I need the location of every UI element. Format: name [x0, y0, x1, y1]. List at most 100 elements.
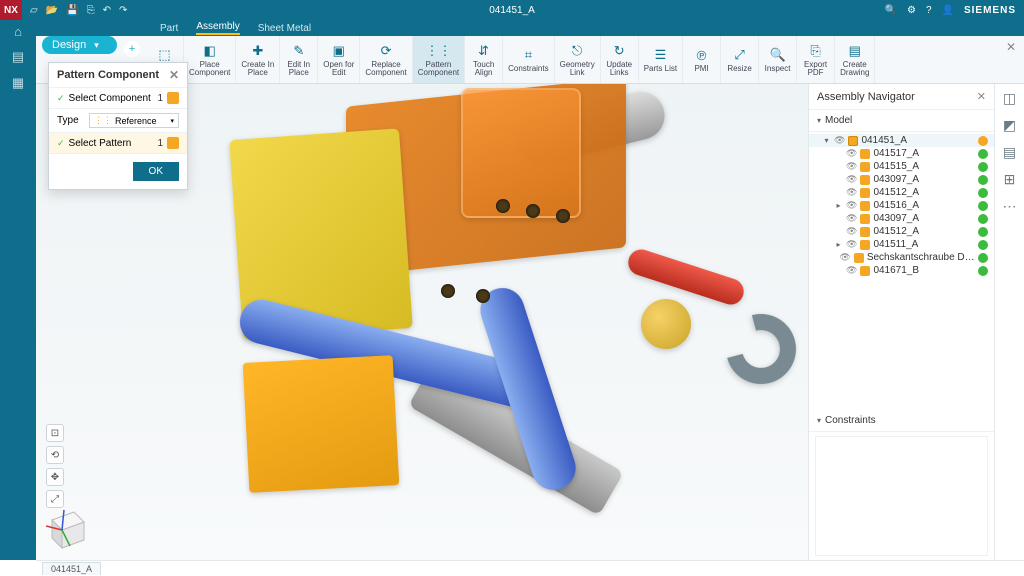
visibility-icon[interactable]: 👁: [846, 200, 857, 211]
tree-row[interactable]: 👁 043097_A: [809, 173, 994, 186]
folder-icon[interactable]: ▤: [12, 49, 24, 65]
rotate-icon[interactable]: ⟲: [46, 446, 64, 464]
status-icon: [978, 188, 988, 198]
status-icon: [978, 214, 988, 224]
select-pattern-label[interactable]: Select Pattern: [69, 138, 154, 149]
constraints-section-header[interactable]: Constraints: [809, 410, 994, 432]
search-icon[interactable]: 🔍: [885, 5, 897, 16]
save-icon[interactable]: 💾: [66, 5, 78, 16]
open-icon[interactable]: 📂: [46, 5, 58, 16]
part-icon: [860, 188, 870, 198]
visibility-icon[interactable]: 👁: [846, 213, 857, 224]
ribbon-parts-list[interactable]: ☰Parts List: [639, 36, 683, 83]
ribbon-replace-component[interactable]: ⟳Replace Component: [360, 36, 412, 83]
model-section-header[interactable]: Model: [809, 110, 994, 132]
tree-row[interactable]: ▸👁041516_A: [809, 199, 994, 212]
status-icon: [978, 136, 988, 146]
visibility-icon[interactable]: 👁: [834, 135, 845, 146]
ribbon-inspect[interactable]: 🔍Inspect: [759, 36, 797, 83]
user-icon[interactable]: 👤: [942, 5, 954, 16]
ribbon-update-links[interactable]: ↻Update Links: [601, 36, 639, 83]
status-icon: [978, 253, 988, 263]
visibility-icon[interactable]: 👁: [846, 226, 857, 237]
ribbon-place-component[interactable]: ◧Place Component: [184, 36, 236, 83]
cube-solid-icon[interactable]: ◩: [1003, 117, 1016, 134]
tree-row[interactable]: 👁 041515_A: [809, 160, 994, 173]
tree-row[interactable]: 👁041671_B: [809, 264, 994, 277]
close-icon[interactable]: ✕: [977, 90, 986, 103]
ribbon-touch-align[interactable]: ⇵Touch Align: [465, 36, 503, 83]
select-component-label[interactable]: Select Component: [69, 93, 154, 104]
brand-label: SIEMENS: [964, 5, 1016, 16]
home-icon[interactable]: ⌂: [14, 24, 22, 39]
select-component-count: 1: [157, 93, 163, 104]
visibility-icon[interactable]: 👁: [846, 174, 857, 185]
navigator-title: Assembly Navigator: [817, 91, 915, 103]
sheet-icon[interactable]: ▦: [12, 75, 24, 91]
tree-row[interactable]: ▾👁041451_A: [809, 134, 994, 147]
tree-item-label: 043097_A: [873, 174, 919, 185]
undo-icon[interactable]: ↶: [103, 5, 111, 16]
close-icon[interactable]: ✕: [169, 68, 179, 82]
fit-icon[interactable]: ⊡: [46, 424, 64, 442]
assembly-navigator-panel: Assembly Navigator ✕ Model ▾👁041451_A👁04…: [808, 84, 994, 560]
ribbon-resize[interactable]: ⤢Resize: [721, 36, 759, 83]
ribbon-export-pdf[interactable]: ⎘Export PDF: [797, 36, 835, 83]
ribbon-open-for-edit[interactable]: ▣Open for Edit: [318, 36, 360, 83]
pattern-icon[interactable]: [167, 137, 179, 149]
tree-row[interactable]: 👁Sechskantschraube DIN ×93…: [809, 251, 994, 264]
help-icon[interactable]: ?: [926, 5, 932, 16]
ribbon-create-drawing[interactable]: ▤Create Drawing: [835, 36, 875, 83]
tab-sheetmetal[interactable]: Sheet Metal: [258, 23, 311, 34]
tree-row[interactable]: 👁043097_A: [809, 212, 994, 225]
ribbon-pmi[interactable]: ℗PMI: [683, 36, 721, 83]
visibility-icon[interactable]: 👁: [839, 252, 850, 263]
tree-row[interactable]: 👁 041512_A: [809, 225, 994, 238]
visibility-icon[interactable]: 👁: [846, 161, 857, 172]
design-mode-pill[interactable]: Design: [42, 36, 117, 54]
status-icon: [978, 227, 988, 237]
tree-item-label: 041517_A: [873, 148, 919, 159]
redo-icon[interactable]: ↷: [119, 5, 127, 16]
ribbon-constraints[interactable]: ⌗Constraints: [503, 36, 554, 83]
tree-row[interactable]: 👁 041517_A: [809, 147, 994, 160]
tree-item-label: 041515_A: [873, 161, 919, 172]
part-icon: [860, 240, 870, 250]
orientation-triad[interactable]: [42, 496, 98, 552]
tree-item-label: 041512_A: [873, 226, 919, 237]
design-mode-add[interactable]: +: [124, 41, 140, 57]
part-icon: [848, 136, 858, 146]
visibility-icon[interactable]: 👁: [846, 187, 857, 198]
ribbon-geometry-link[interactable]: ⎋Geometry Link: [555, 36, 601, 83]
status-icon: [978, 266, 988, 276]
dialog-title: Pattern Component: [57, 69, 159, 81]
visibility-icon[interactable]: 👁: [846, 265, 857, 276]
ok-button[interactable]: OK: [133, 162, 179, 181]
cube-outline-icon[interactable]: ◫: [1003, 90, 1016, 107]
visibility-icon[interactable]: 👁: [846, 239, 857, 250]
tab-part[interactable]: Part: [160, 23, 178, 34]
saveas-icon[interactable]: ⎘: [87, 5, 95, 16]
visibility-icon[interactable]: 👁: [846, 148, 857, 159]
tree-row[interactable]: ▸👁041511_A: [809, 238, 994, 251]
layers-icon[interactable]: ▤: [1003, 144, 1016, 161]
type-select[interactable]: ⋮⋮ Reference: [89, 113, 179, 128]
more-icon[interactable]: ⋯: [1003, 198, 1017, 215]
tree-item-label: 041451_A: [861, 135, 907, 146]
part-icon: [860, 214, 870, 224]
assembly-tree: ▾👁041451_A👁041517_A👁041515_A👁043097_A👁04…: [809, 132, 994, 283]
grid-icon[interactable]: ⊞: [1004, 171, 1016, 188]
component-icon[interactable]: [167, 92, 179, 104]
ribbon-edit-in-place[interactable]: ✎Edit In Place: [280, 36, 318, 83]
pan-icon[interactable]: ✥: [46, 468, 64, 486]
new-icon[interactable]: ▱: [30, 5, 38, 16]
ribbon-pattern-component[interactable]: ⋮⋮Pattern Component: [413, 36, 465, 83]
ribbon-create-in-place[interactable]: ✚Create In Place: [236, 36, 280, 83]
gear-icon[interactable]: ⚙: [907, 5, 916, 16]
status-bar: 041451_A: [36, 560, 1024, 576]
tab-assembly[interactable]: Assembly: [196, 21, 239, 35]
part-icon: [860, 201, 870, 211]
tree-row[interactable]: 👁041512_A: [809, 186, 994, 199]
window-close-icon[interactable]: ✕: [1006, 40, 1016, 54]
status-tab[interactable]: 041451_A: [42, 562, 101, 575]
